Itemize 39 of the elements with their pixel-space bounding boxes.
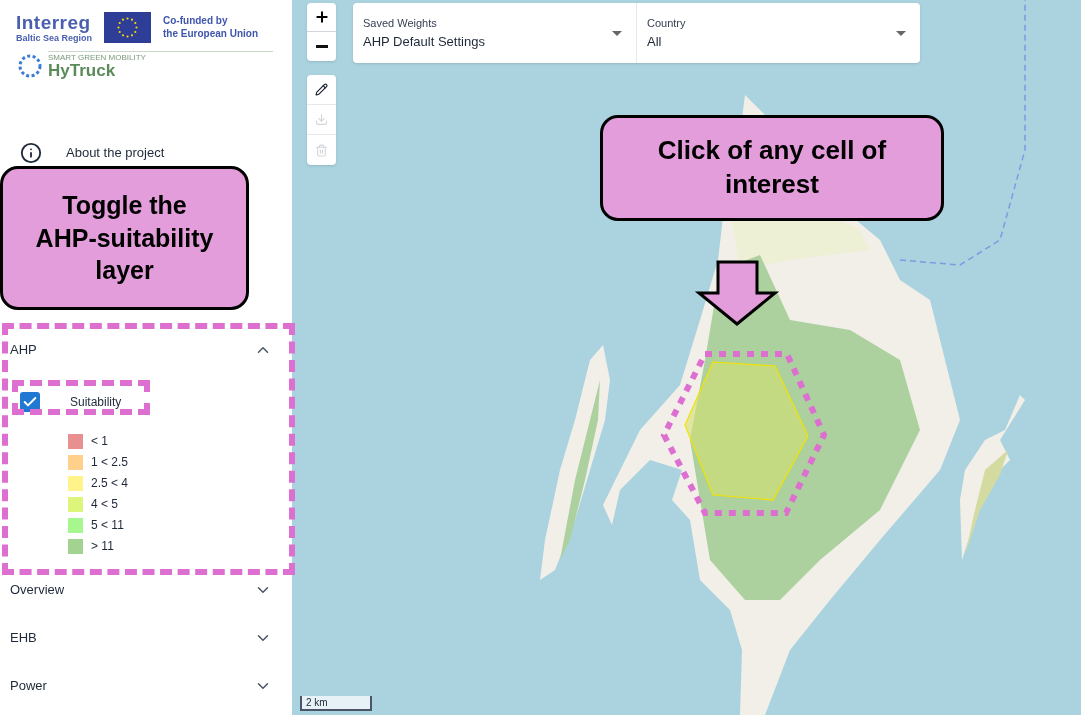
pencil-icon (315, 83, 328, 96)
select-value: AHP Default Settings (363, 32, 485, 51)
legend-label: < 1 (91, 433, 108, 450)
dropdown-caret-icon (612, 30, 622, 36)
download-icon (315, 113, 328, 126)
dropdown-caret-icon (896, 30, 906, 36)
nav-item[interactable]: About the project (66, 143, 165, 163)
eu-flag-icon (104, 12, 152, 43)
hexagon-cell[interactable] (684, 361, 809, 501)
layer-group-header[interactable]: AHP (0, 326, 292, 374)
select-field[interactable]: Country All (636, 3, 920, 63)
interreg-logo-text: Interreg (16, 12, 91, 32)
legend-label: 5 < 11 (91, 517, 124, 534)
callout-label: Click of any cell of interest (600, 115, 944, 221)
hytruck-tagline: SMART GREEN MOBILITY (48, 53, 146, 62)
trash-icon (315, 143, 328, 157)
plus-icon (313, 9, 330, 25)
eu-funding-text: the European Union (163, 27, 259, 40)
select-label: Country (647, 16, 686, 31)
layer-group-header[interactable]: Overview (0, 566, 292, 614)
legend-label: 4 < 5 (91, 496, 119, 513)
scale-bar: 2 km (300, 696, 372, 711)
legend-label: > 11 (91, 538, 114, 555)
callout-label: Toggle the AHP-suitability layer (0, 166, 249, 310)
layer-label: Suitability (70, 394, 122, 411)
select-value: All (647, 32, 663, 51)
checkbox[interactable] (20, 392, 40, 412)
legend-label: 1 < 2.5 (91, 454, 129, 471)
select-field[interactable]: Saved Weights AHP Default Settings (353, 3, 636, 63)
layer-group-header[interactable]: Power (0, 662, 292, 710)
info-icon (20, 142, 42, 164)
layer-group-header[interactable]: EHB (0, 614, 292, 662)
select-label: Saved Weights (363, 16, 438, 31)
hytruck-logo-text: HyTruck (48, 61, 117, 79)
minus-icon (315, 45, 328, 48)
legend-label: 2.5 < 4 (91, 475, 129, 492)
interreg-subtitle: Baltic Sea Region (16, 33, 93, 43)
dotted-ring-icon (16, 52, 44, 80)
eu-funding-text: Co-funded by (163, 15, 229, 28)
